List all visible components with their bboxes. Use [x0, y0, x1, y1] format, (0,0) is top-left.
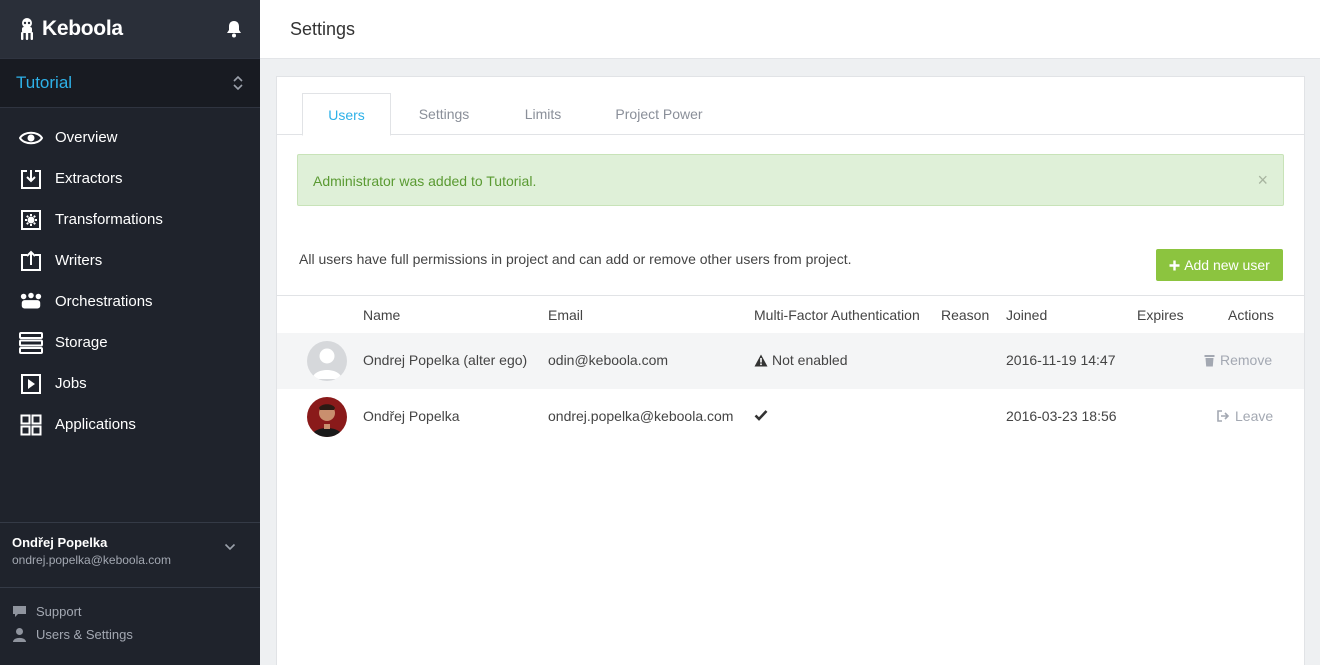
- transformation-icon: [19, 208, 43, 232]
- brand-name: Keboola: [42, 17, 123, 40]
- extractor-icon: [19, 167, 43, 191]
- col-header-reason: Reason: [941, 307, 990, 323]
- close-icon[interactable]: ×: [1257, 170, 1268, 191]
- nav-item-transformations[interactable]: Transformations: [0, 199, 260, 240]
- leave-project-button[interactable]: Leave: [1217, 408, 1273, 424]
- current-user-menu[interactable]: Ondřej Popelka ondrej.popelka@keboola.co…: [0, 522, 260, 588]
- user-name: Ondrej Popelka (alter ego): [363, 352, 528, 368]
- mfa-status: Not enabled: [754, 352, 848, 368]
- brand-bar: Keboola: [0, 0, 260, 58]
- col-header-name[interactable]: Name: [363, 307, 400, 323]
- writer-icon: [19, 249, 43, 273]
- orchestration-icon: [19, 290, 43, 314]
- nav-label: Orchestrations: [55, 293, 153, 310]
- leave-label: Leave: [1235, 408, 1274, 424]
- table-row: Ondřej Popelka ondrej.popelka@keboola.co…: [277, 389, 1304, 445]
- eye-icon: [19, 126, 43, 150]
- nav-item-overview[interactable]: Overview: [0, 117, 260, 158]
- settings-panel: Users Settings Limits Project Power Admi…: [276, 76, 1305, 665]
- bell-icon[interactable]: [226, 20, 242, 38]
- mfa-status: [754, 408, 768, 424]
- nav-label: Extractors: [55, 170, 123, 187]
- main-nav: Overview Extractors Transformations Writ…: [0, 108, 260, 445]
- current-user-email: ondrej.popelka@keboola.com: [12, 553, 171, 567]
- sidebar: Keboola Tutorial Overview Extractors Tra…: [0, 0, 260, 665]
- nav-item-applications[interactable]: Applications: [0, 404, 260, 445]
- check-icon: [754, 410, 768, 421]
- col-header-actions: Actions: [1228, 307, 1274, 323]
- plus-icon: [1169, 260, 1180, 270]
- brand-logo[interactable]: Keboola: [18, 17, 123, 41]
- support-link[interactable]: Support: [12, 600, 133, 623]
- avatar: [307, 341, 347, 381]
- sign-out-icon: [1217, 410, 1230, 422]
- sidebar-footer: Support Users & Settings: [12, 600, 133, 646]
- alert-message: Administrator was added to Tutorial.: [313, 173, 537, 189]
- success-alert: Administrator was added to Tutorial. ×: [297, 154, 1284, 206]
- table-row: Ondrej Popelka (alter ego) odin@keboola.…: [277, 333, 1304, 389]
- sort-chevrons-icon: [233, 75, 243, 91]
- tab-settings[interactable]: Settings: [401, 93, 487, 135]
- tab-project-power[interactable]: Project Power: [599, 93, 719, 135]
- col-header-joined[interactable]: Joined: [1006, 307, 1047, 323]
- warning-icon: [754, 354, 768, 366]
- nav-label: Applications: [55, 416, 136, 433]
- tab-users[interactable]: Users: [302, 93, 391, 136]
- project-selector[interactable]: Tutorial: [0, 58, 260, 108]
- nav-label: Jobs: [55, 375, 87, 392]
- page-header: Settings: [260, 0, 1320, 59]
- table-divider: [277, 295, 1304, 296]
- avatar: [307, 397, 347, 437]
- applications-icon: [19, 413, 43, 437]
- add-user-label: Add new user: [1184, 257, 1270, 273]
- mfa-status-label: Not enabled: [772, 352, 848, 368]
- remove-user-button[interactable]: Remove: [1204, 352, 1272, 368]
- joined-date: 2016-03-23 18:56: [1006, 408, 1117, 424]
- joined-date: 2016-11-19 14:47: [1006, 352, 1116, 368]
- permissions-info: All users have full permissions in proje…: [299, 251, 852, 267]
- user-icon: [13, 628, 26, 642]
- comment-icon: [13, 606, 26, 617]
- project-name: Tutorial: [16, 73, 73, 92]
- nav-item-storage[interactable]: Storage: [0, 322, 260, 363]
- tab-bar: Users Settings Limits Project Power: [277, 93, 1304, 136]
- nav-label: Transformations: [55, 211, 163, 228]
- user-email: odin@keboola.com: [548, 352, 669, 368]
- nav-label: Storage: [55, 334, 108, 351]
- nav-item-jobs[interactable]: Jobs: [0, 363, 260, 404]
- trash-icon: [1204, 354, 1215, 366]
- nav-item-extractors[interactable]: Extractors: [0, 158, 260, 199]
- user-name: Ondřej Popelka: [363, 408, 460, 424]
- user-email: ondrej.popelka@keboola.com: [548, 408, 734, 424]
- nav-item-orchestrations[interactable]: Orchestrations: [0, 281, 260, 322]
- chevron-down-icon: [224, 543, 236, 551]
- storage-icon: [19, 331, 43, 355]
- col-header-mfa: Multi-Factor Authentication: [754, 307, 920, 323]
- jobs-icon: [19, 372, 43, 396]
- current-user-name: Ondřej Popelka: [12, 535, 108, 550]
- keboola-logo-icon: [21, 18, 33, 40]
- col-header-email[interactable]: Email: [548, 307, 583, 323]
- nav-label: Overview: [55, 129, 118, 146]
- support-label: Support: [36, 604, 82, 619]
- add-user-button[interactable]: Add new user: [1156, 249, 1283, 281]
- users-settings-label: Users & Settings: [36, 627, 133, 642]
- col-header-expires[interactable]: Expires: [1137, 307, 1184, 323]
- nav-item-writers[interactable]: Writers: [0, 240, 260, 281]
- tab-limits[interactable]: Limits: [505, 93, 581, 135]
- nav-label: Writers: [55, 252, 103, 269]
- users-settings-link[interactable]: Users & Settings: [12, 623, 133, 646]
- page-title: Settings: [290, 19, 356, 39]
- remove-label: Remove: [1220, 352, 1273, 368]
